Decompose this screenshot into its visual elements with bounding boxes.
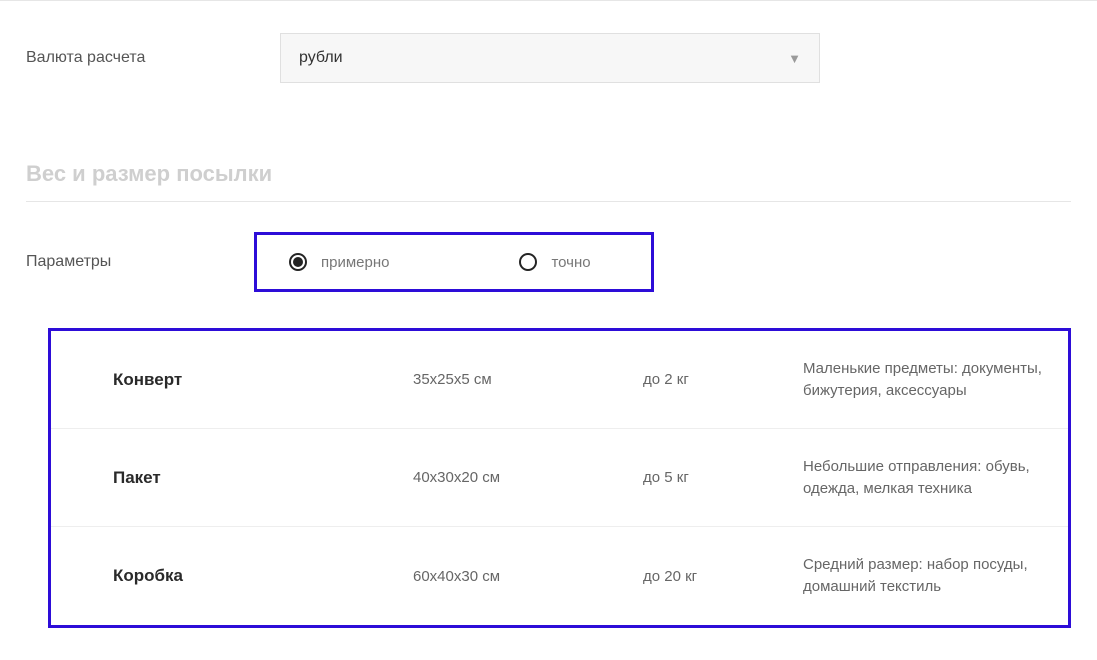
radio-approx[interactable]: примерно bbox=[289, 253, 389, 271]
package-weight: до 2 кг bbox=[643, 371, 803, 388]
chevron-down-icon: ▼ bbox=[788, 51, 801, 66]
package-weight: до 5 кг bbox=[643, 469, 803, 486]
package-description: Небольшие отправления: обувь, одежда, ме… bbox=[803, 456, 1068, 500]
radio-icon-unselected bbox=[519, 253, 537, 271]
package-dimensions: 35x25x5 см bbox=[413, 371, 643, 388]
params-radio-group: примерно точно bbox=[254, 232, 654, 292]
package-dimensions: 40x30x20 см bbox=[413, 469, 643, 486]
radio-approx-label: примерно bbox=[321, 254, 389, 271]
section-title: Вес и размер посылки bbox=[26, 161, 1097, 187]
currency-select[interactable]: рубли ▼ bbox=[280, 33, 820, 83]
table-row[interactable]: Конверт 35x25x5 см до 2 кг Маленькие пре… bbox=[51, 331, 1068, 429]
currency-label: Валюта расчета bbox=[26, 49, 280, 67]
package-dimensions: 60x40x30 см bbox=[413, 568, 643, 585]
package-table: Конверт 35x25x5 см до 2 кг Маленькие пре… bbox=[48, 328, 1071, 628]
radio-exact[interactable]: точно bbox=[519, 253, 590, 271]
table-row[interactable]: Коробка 60x40x30 см до 20 кг Средний раз… bbox=[51, 527, 1068, 625]
radio-exact-label: точно bbox=[551, 254, 590, 271]
package-description: Средний размер: набор посуды, домашний т… bbox=[803, 554, 1068, 598]
table-row[interactable]: Пакет 40x30x20 см до 5 кг Небольшие отпр… bbox=[51, 429, 1068, 527]
radio-icon-selected bbox=[289, 253, 307, 271]
package-weight: до 20 кг bbox=[643, 568, 803, 585]
package-name: Конверт bbox=[113, 370, 413, 390]
currency-value: рубли bbox=[299, 49, 343, 67]
package-name: Пакет bbox=[113, 468, 413, 488]
package-name: Коробка bbox=[113, 566, 413, 586]
params-label: Параметры bbox=[26, 253, 254, 271]
package-description: Маленькие предметы: документы, бижутерия… bbox=[803, 358, 1068, 402]
